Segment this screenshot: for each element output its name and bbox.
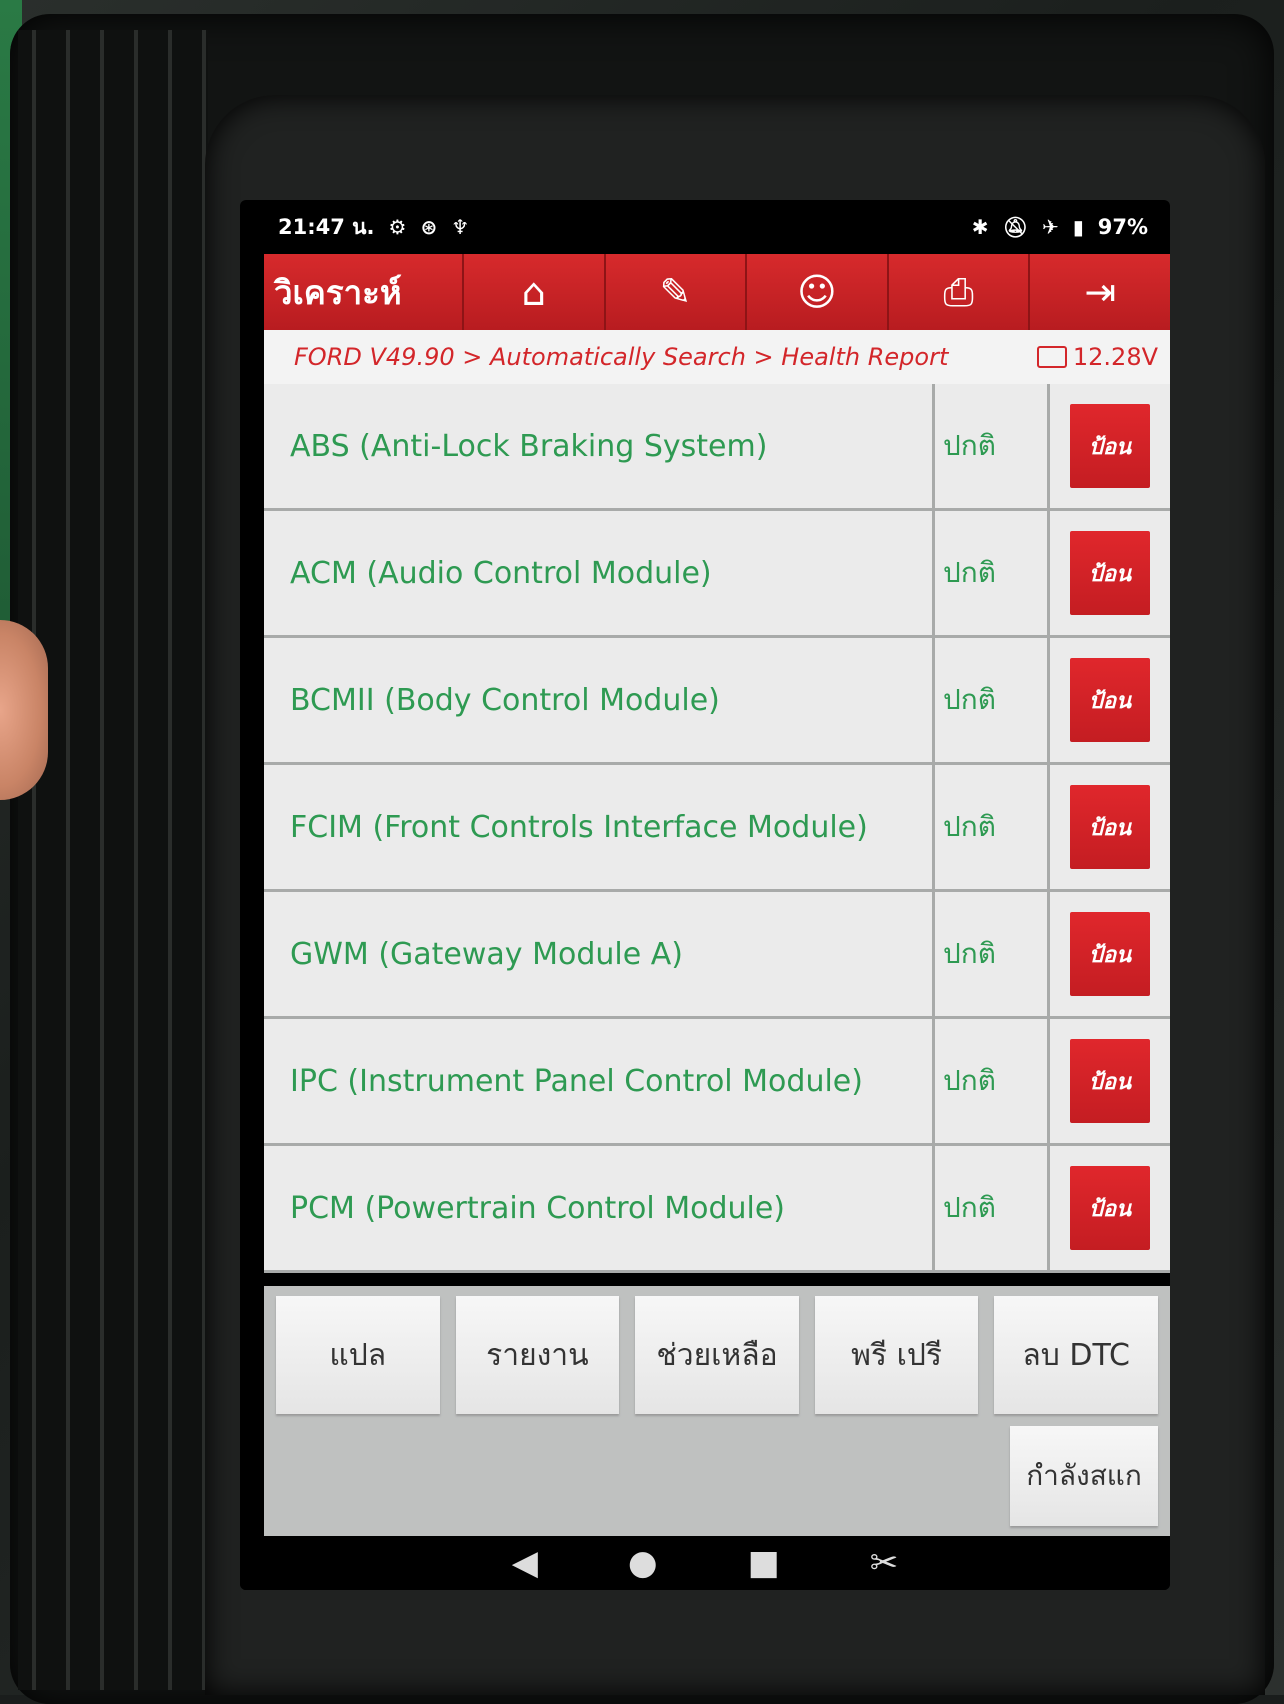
stethoscope-icon: ♆ <box>451 215 470 239</box>
translate-button[interactable]: แปล <box>276 1296 440 1414</box>
exit-icon: ⇥ <box>1084 270 1117 314</box>
table-row: IPC (Instrument Panel Control Module) ปก… <box>264 1019 1170 1146</box>
support-icon: ☺ <box>797 270 837 314</box>
breadcrumb: FORD V49.90 > Automatically Search > Hea… <box>264 330 1170 384</box>
voltage-readout: 12.28V <box>1036 343 1158 371</box>
module-name: IPC (Instrument Panel Control Module) <box>264 1019 935 1143</box>
clock: 21:47 น. <box>278 214 375 239</box>
battery-icon: ▮ <box>1072 215 1084 239</box>
module-name: PCM (Powertrain Control Module) <box>264 1146 935 1270</box>
home-icon: ⌂ <box>521 270 546 314</box>
module-status: ปกติ <box>935 1146 1050 1270</box>
thumb <box>0 620 48 800</box>
app-title: วิเคราะห์ <box>274 272 402 312</box>
car-battery-icon <box>1036 346 1067 368</box>
screenshot-icon[interactable]: ✂ <box>870 1543 899 1583</box>
help-button[interactable]: ช่วยเหลือ <box>635 1296 799 1414</box>
module-list: ABS (Anti-Lock Braking System) ปกติ ป้อน… <box>264 384 1170 1273</box>
module-status: ปกติ <box>935 892 1050 1016</box>
clear-dtc-button[interactable]: ลบ DTC <box>994 1296 1158 1414</box>
module-status: ปกติ <box>935 511 1050 635</box>
enter-button[interactable]: ป้อน <box>1070 785 1150 869</box>
module-status: ปกติ <box>935 1019 1050 1143</box>
mute-icon: 🔕︎ <box>1002 215 1028 239</box>
enter-button[interactable]: ป้อน <box>1070 1166 1150 1250</box>
preview-button[interactable]: พรี เปรี <box>814 1296 979 1414</box>
home-button[interactable]: ⌂ <box>462 254 604 330</box>
module-name: GWM (Gateway Module A) <box>264 892 935 1016</box>
bottom-toolbar: แปล รายงาน ช่วยเหลือ พรี เปรี ลบ DTC กำล… <box>264 1286 1170 1536</box>
table-row: PCM (Powertrain Control Module) ปกติ ป้อ… <box>264 1146 1170 1273</box>
enter-button[interactable]: ป้อน <box>1070 1039 1150 1123</box>
print-icon: ⎙ <box>943 269 974 314</box>
enter-button[interactable]: ป้อน <box>1070 912 1150 996</box>
module-status: ปกติ <box>935 638 1050 762</box>
enter-button[interactable]: ป้อน <box>1070 531 1150 615</box>
table-row: BCMII (Body Control Module) ปกติ ป้อน <box>264 638 1170 765</box>
app-toolbar: วิเคราะห์ ⌂ ✎ ☺ ⎙ ⇥ <box>264 254 1170 330</box>
voltage-value: 12.28V <box>1072 343 1158 371</box>
module-status: ปกติ <box>935 384 1050 508</box>
bluetooth-icon: ✱ <box>971 215 989 239</box>
scanning-button[interactable]: กำลังสแก <box>1010 1426 1158 1526</box>
back-icon[interactable]: ◀ <box>512 1543 538 1583</box>
status-bar: 21:47 น. ⚙ ⊛ ♆ ✱ 🔕︎ ✈ ▮ 97% <box>240 200 1170 254</box>
gear-icon: ⚙ <box>388 215 407 239</box>
tablet-grip-ridges <box>18 30 208 1690</box>
support-button[interactable]: ☺ <box>745 254 887 330</box>
home-circle-icon[interactable]: ● <box>628 1543 658 1583</box>
module-name: BCMII (Body Control Module) <box>264 638 935 762</box>
device-screen: 21:47 น. ⚙ ⊛ ♆ ✱ 🔕︎ ✈ ▮ 97% วิเคราะห์ ⌂ … <box>240 200 1170 1590</box>
exit-button[interactable]: ⇥ <box>1028 254 1170 330</box>
edit-icon: ✎ <box>659 270 692 314</box>
edit-button[interactable]: ✎ <box>603 254 746 330</box>
android-nav-bar: ◀ ● ■ ✂ <box>240 1536 1170 1590</box>
print-button[interactable]: ⎙ <box>886 254 1029 330</box>
table-row: ABS (Anti-Lock Braking System) ปกติ ป้อน <box>264 384 1170 511</box>
table-row: FCIM (Front Controls Interface Module) ป… <box>264 765 1170 892</box>
airplane-icon: ✈ <box>1041 215 1059 239</box>
enter-button[interactable]: ป้อน <box>1070 658 1150 742</box>
table-row: GWM (Gateway Module A) ปกติ ป้อน <box>264 892 1170 1019</box>
recents-icon[interactable]: ■ <box>748 1543 780 1583</box>
sync-icon: ⊛ <box>420 215 438 239</box>
breadcrumb-path: FORD V49.90 > Automatically Search > Hea… <box>294 343 949 371</box>
module-name: ACM (Audio Control Module) <box>264 511 935 635</box>
module-name: FCIM (Front Controls Interface Module) <box>264 765 935 889</box>
module-status: ปกติ <box>935 765 1050 889</box>
table-row: ACM (Audio Control Module) ปกติ ป้อน <box>264 511 1170 638</box>
module-name: ABS (Anti-Lock Braking System) <box>264 384 935 508</box>
enter-button[interactable]: ป้อน <box>1070 404 1150 488</box>
battery-level: 97% <box>1097 215 1148 239</box>
report-button[interactable]: รายงาน <box>455 1296 620 1414</box>
